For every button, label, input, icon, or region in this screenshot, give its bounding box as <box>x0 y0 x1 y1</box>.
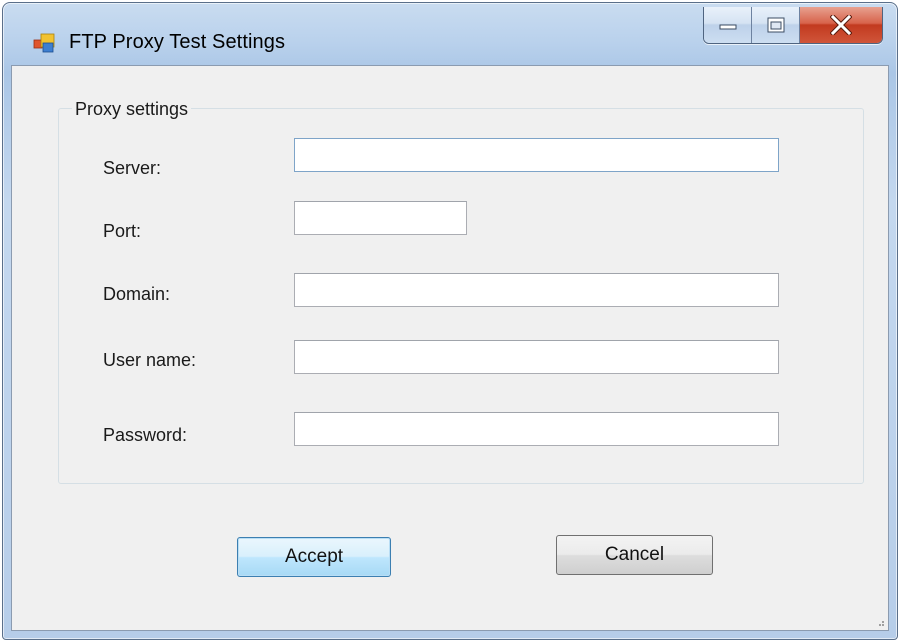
app-icon <box>33 32 55 54</box>
domain-input[interactable] <box>294 273 779 307</box>
window-controls <box>703 7 883 44</box>
password-input[interactable] <box>294 412 779 446</box>
group-label: Proxy settings <box>72 99 192 120</box>
username-input[interactable] <box>294 340 779 374</box>
port-input[interactable] <box>294 201 467 235</box>
minimize-button[interactable] <box>704 7 752 43</box>
server-input[interactable] <box>294 138 779 172</box>
dialog-body: Proxy settings Server: Port: Domain: Use… <box>11 65 889 631</box>
username-label: User name: <box>103 350 197 370</box>
port-label: Port: <box>103 221 142 241</box>
title-bar[interactable]: FTP Proxy Test Settings <box>3 3 897 65</box>
close-icon <box>830 15 852 35</box>
close-button[interactable] <box>800 7 882 43</box>
maximize-icon <box>767 17 784 33</box>
password-label: Password: <box>103 425 188 445</box>
domain-label: Domain: <box>103 284 171 304</box>
server-label: Server: <box>103 158 162 178</box>
accept-button[interactable]: Accept <box>237 537 391 577</box>
maximize-button[interactable] <box>752 7 800 43</box>
resize-grip-icon[interactable] <box>875 617 885 627</box>
window-title: FTP Proxy Test Settings <box>69 31 286 53</box>
dialog-window: FTP Proxy Test Settings Proxy settings S… <box>2 2 898 640</box>
minimize-icon <box>719 24 736 30</box>
cancel-button[interactable]: Cancel <box>556 535 713 575</box>
